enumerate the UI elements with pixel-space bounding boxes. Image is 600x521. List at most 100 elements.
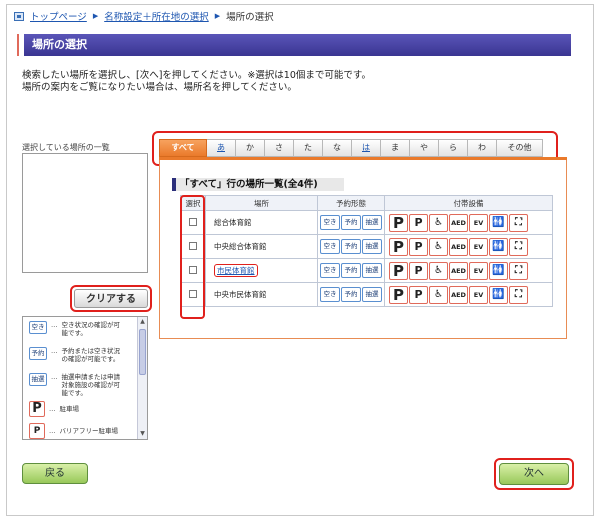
instruction-line-1: 検索したい場所を選択し、[次へ]を押してください。※選択は10個まで可能です。 [22, 70, 371, 81]
aed-icon: AED [449, 213, 468, 232]
restroom-icon: 🚻 [489, 261, 508, 280]
legend-text: 空き状況の確認が可能です。 [61, 321, 121, 337]
lottery-badge: 抽選 [29, 373, 47, 386]
breadcrumb-arrow-icon: ▶ [92, 12, 99, 20]
table-row: 中央総合体育館 空き予約抽選 PP♿♿AEDEV🚻⛶ [180, 234, 553, 259]
back-button[interactable]: 戻る [22, 463, 88, 484]
reserve-button[interactable]: 予約 [341, 287, 361, 302]
legend-text: 予約または空き状況の確認が可能です。 [61, 347, 121, 363]
table-row: 総合体育館 空き予約抽選 PP♿♿AEDEV🚻⛶ [180, 210, 553, 235]
reserve-badge: 予約 [29, 347, 47, 360]
next-button[interactable]: 次へ [499, 463, 569, 485]
wheelchair-icon: ♿ [429, 237, 448, 256]
selected-places-list[interactable] [22, 153, 148, 273]
ellipsis: … [51, 321, 58, 329]
breadcrumb-home-link[interactable]: トップページ [30, 9, 87, 23]
vacancy-button[interactable]: 空き [320, 287, 340, 302]
breadcrumb-arrow-icon: ▶ [214, 12, 221, 20]
wheelchair-icon: ♿ [429, 213, 448, 232]
breadcrumb-current: 場所の選択 [226, 12, 274, 23]
barrier-free-parking-icon: P♿ [409, 261, 428, 280]
legend-item: 空き … 空き状況の確認が可能です。 [29, 321, 126, 337]
lottery-button[interactable]: 抽選 [362, 215, 382, 230]
parking-icon: P [29, 401, 45, 417]
legend-item: 抽選 … 抽選申請または申請対象施設の確認が可能です。 [29, 373, 126, 397]
tab-ka[interactable]: か [236, 139, 265, 157]
legend-text: 駐車場 [59, 405, 80, 413]
place-name-link[interactable]: 市民体育館 [214, 264, 258, 277]
ellipsis: … [51, 347, 58, 355]
scroll-thumb[interactable] [139, 329, 146, 375]
scroll-down-icon[interactable]: ▼ [139, 430, 146, 438]
barrier-free-parking-icon: P♿ [409, 237, 428, 256]
breadcrumb-step2-link[interactable]: 名称設定＋所在地の選択 [104, 9, 209, 23]
tab-other[interactable]: その他 [497, 139, 543, 157]
table-row: 市民体育館 空き予約抽選 PP♿♿AEDEV🚻⛶ [180, 258, 553, 283]
place-name: 中央総合体育館 [214, 242, 267, 251]
tab-ta[interactable]: た [294, 139, 323, 157]
ostomate-icon: ⛶ [509, 285, 528, 304]
legend-item: P … 駐車場 [29, 401, 79, 417]
selected-places-label: 選択している場所の一覧 [22, 143, 110, 152]
elevator-icon: EV [469, 285, 488, 304]
ostomate-icon: ⛶ [509, 237, 528, 256]
tab-ma[interactable]: ま [381, 139, 410, 157]
instructions: 検索したい場所を選択し、[次へ]を押してください。※選択は10個まで可能です。 … [22, 70, 371, 94]
header-reservation: 予約形態 [317, 195, 385, 211]
scroll-up-icon[interactable]: ▲ [139, 318, 146, 326]
place-name: 総合体育館 [214, 218, 252, 227]
reserve-button[interactable]: 予約 [341, 263, 361, 278]
kana-tabs: すべて あ か さ た な は ま や ら わ その他 [159, 139, 543, 157]
header-place: 場所 [205, 195, 318, 211]
ostomate-icon: ⛶ [509, 261, 528, 280]
ellipsis: … [49, 427, 56, 435]
place-name: 中央市民体育館 [214, 290, 267, 299]
lottery-button[interactable]: 抽選 [362, 287, 382, 302]
clear-button-highlight: クリアする [70, 285, 152, 312]
vacancy-badge: 空き [29, 321, 47, 334]
legend-panel: 空き … 空き状況の確認が可能です。 予約 … 予約または空き状況の確認が可能で… [22, 316, 148, 440]
legend-item: P♿ … バリアフリー駐車場 [29, 423, 118, 439]
barrier-free-parking-icon: P♿ [409, 213, 428, 232]
vacancy-button[interactable]: 空き [320, 239, 340, 254]
restroom-icon: 🚻 [489, 213, 508, 232]
tab-all[interactable]: すべて [159, 139, 207, 157]
tab-ya[interactable]: や [410, 139, 439, 157]
tab-na[interactable]: な [323, 139, 352, 157]
place-table: 選択 場所 予約形態 付帯設備 総合体育館 空き予約抽選 PP♿♿AEDEV🚻⛶… [180, 195, 553, 307]
elevator-icon: EV [469, 237, 488, 256]
place-list-title: 「すべて」行の場所一覧(全4件) [172, 178, 344, 191]
vacancy-button[interactable]: 空き [320, 215, 340, 230]
elevator-icon: EV [469, 261, 488, 280]
ellipsis: … [49, 405, 56, 413]
barrier-free-parking-icon: P♿ [29, 423, 45, 439]
tab-ha[interactable]: は [352, 139, 381, 157]
breadcrumb: トップページ ▶ 名称設定＋所在地の選択 ▶ 場所の選択 [14, 8, 274, 24]
aed-icon: AED [449, 261, 468, 280]
barrier-free-parking-icon: P♿ [409, 285, 428, 304]
table-row: 中央市民体育館 空き予約抽選 PP♿♿AEDEV🚻⛶ [180, 282, 553, 307]
tab-ra[interactable]: ら [439, 139, 468, 157]
elevator-icon: EV [469, 213, 488, 232]
table-header-row: 選択 場所 予約形態 付帯設備 [180, 195, 553, 211]
header-facilities: 付帯設備 [384, 195, 553, 211]
reserve-button[interactable]: 予約 [341, 239, 361, 254]
tab-sa[interactable]: さ [265, 139, 294, 157]
aed-icon: AED [449, 237, 468, 256]
ellipsis: … [51, 373, 58, 381]
lottery-button[interactable]: 抽選 [362, 239, 382, 254]
lottery-button[interactable]: 抽選 [362, 263, 382, 278]
parking-icon: P [389, 237, 408, 256]
clear-button[interactable]: クリアする [74, 289, 148, 308]
reserve-button[interactable]: 予約 [341, 215, 361, 230]
legend-scrollbar[interactable]: ▲ ▼ [137, 317, 147, 439]
vacancy-button[interactable]: 空き [320, 263, 340, 278]
parking-icon: P [389, 285, 408, 304]
wheelchair-icon: ♿ [429, 261, 448, 280]
wheelchair-icon: ♿ [429, 285, 448, 304]
restroom-icon: 🚻 [489, 285, 508, 304]
page-title: 場所の選択 [19, 34, 571, 56]
legend-text: バリアフリー駐車場 [59, 427, 119, 435]
tab-a[interactable]: あ [207, 139, 236, 157]
tab-wa[interactable]: わ [468, 139, 497, 157]
